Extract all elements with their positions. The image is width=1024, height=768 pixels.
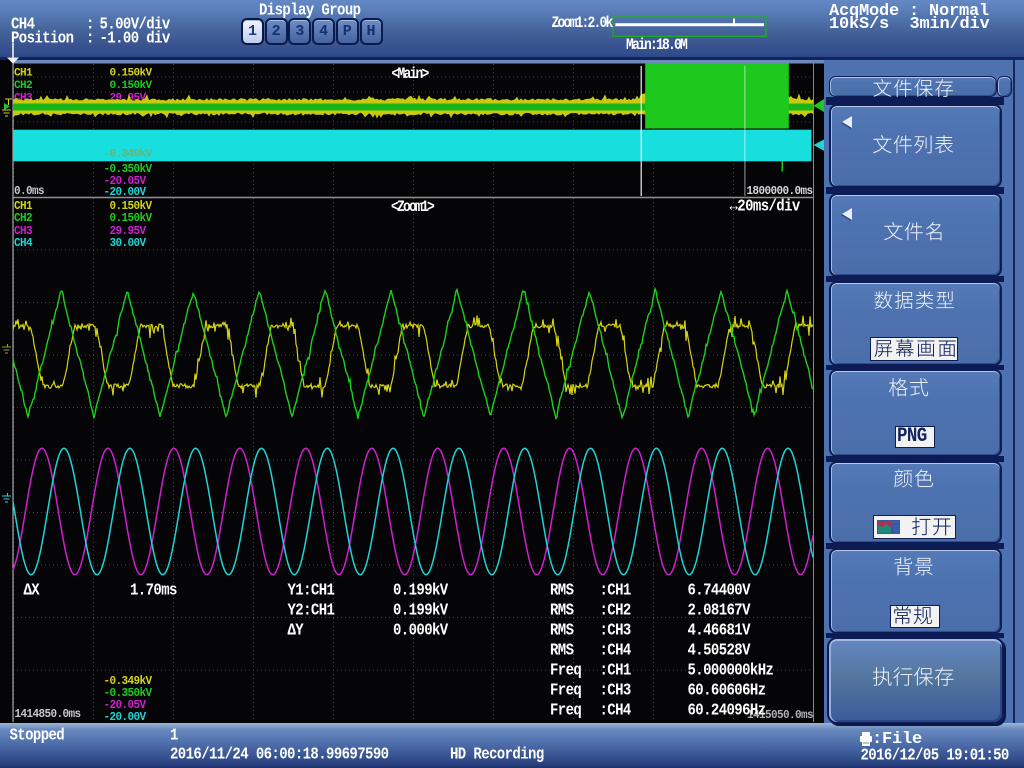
svg-text:0.150kV: 0.150kV xyxy=(110,68,153,80)
svg-text:CH2: CH2 xyxy=(14,80,32,92)
svg-text:CH1: CH1 xyxy=(14,68,33,80)
svg-text:-0.349kV: -0.349kV xyxy=(104,149,153,161)
svg-text:0.150kV: 0.150kV xyxy=(110,80,153,92)
